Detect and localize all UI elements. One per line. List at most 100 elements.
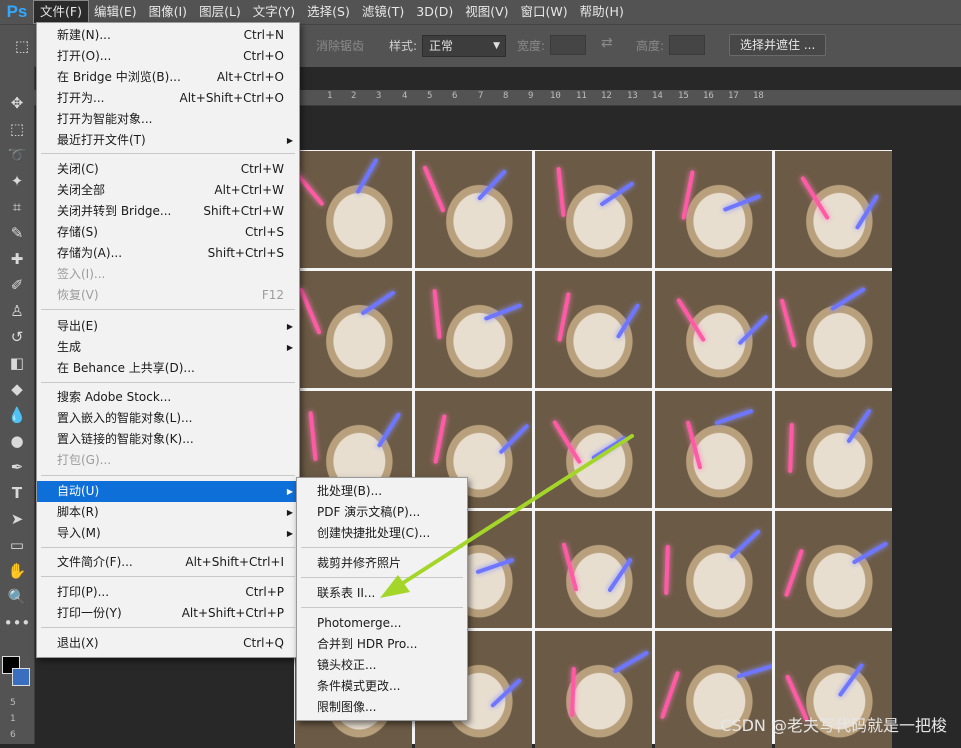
menu-type[interactable]: 文字(Y) bbox=[247, 1, 301, 23]
dodge-tool-icon[interactable]: ● bbox=[5, 430, 29, 452]
marquee-preset-icon[interactable]: ⬚ bbox=[10, 35, 34, 57]
menu-separator bbox=[301, 547, 463, 548]
lightsaber-blue bbox=[483, 302, 523, 322]
contact-sheet-thumbnail bbox=[655, 391, 772, 508]
lightsaber-blue bbox=[498, 423, 530, 455]
contact-sheet-thumbnail bbox=[535, 391, 652, 508]
contact-sheet-thumbnail bbox=[535, 151, 652, 268]
menu-view[interactable]: 视图(V) bbox=[459, 1, 514, 23]
paint-bucket-tool-icon[interactable]: ◆ bbox=[5, 378, 29, 400]
watermark: CSDN @老夫写代码就是一把梭 bbox=[720, 716, 947, 735]
lightsaber-pink bbox=[433, 414, 447, 464]
submenu-item-merge-hdr[interactable]: 合并到 HDR Pro... bbox=[297, 634, 467, 655]
lightsaber-blue bbox=[599, 181, 635, 207]
swap-icon[interactable]: ⇄ bbox=[601, 35, 613, 51]
type-tool-icon[interactable]: T bbox=[5, 482, 29, 504]
submenu-item-conditional-mode[interactable]: 条件模式更改... bbox=[297, 676, 467, 697]
menu-item-browse-bridge[interactable]: 在 Bridge 中浏览(B)... Alt+Ctrl+O bbox=[37, 67, 299, 88]
submenu-item-batch[interactable]: 批处理(B)... bbox=[297, 481, 467, 502]
eyedropper-tool-icon[interactable]: ✎ bbox=[5, 222, 29, 244]
menu-item-close[interactable]: 关闭(C) Ctrl+W bbox=[37, 159, 299, 180]
clone-stamp-tool-icon[interactable]: ♙ bbox=[5, 300, 29, 322]
menu-3d[interactable]: 3D(D) bbox=[410, 1, 459, 23]
marquee-tool-icon[interactable]: ⬚ bbox=[5, 118, 29, 140]
submenu-item-pdf-presentation[interactable]: PDF 演示文稿(P)... bbox=[297, 502, 467, 523]
rectangle-tool-icon[interactable]: ▭ bbox=[5, 534, 29, 556]
more-tools-icon[interactable]: ••• bbox=[4, 612, 31, 634]
menu-item-search-stock[interactable]: 搜索 Adobe Stock... bbox=[37, 387, 299, 408]
move-tool-icon[interactable]: ✥ bbox=[5, 92, 29, 114]
menu-item-exit[interactable]: 退出(X) Ctrl+Q bbox=[37, 633, 299, 654]
menu-item-file-info[interactable]: 文件简介(F)... Alt+Shift+Ctrl+I bbox=[37, 552, 299, 573]
menu-item-open-smart-object[interactable]: 打开为智能对象... bbox=[37, 109, 299, 130]
menu-item-print-one[interactable]: 打印一份(Y) Alt+Shift+Ctrl+P bbox=[37, 603, 299, 624]
lasso-tool-icon[interactable]: ➰ bbox=[5, 144, 29, 166]
brush-tool-icon[interactable]: ✐ bbox=[5, 274, 29, 296]
lightsaber-pink bbox=[685, 420, 703, 470]
menu-item-recent-files[interactable]: 最近打开文件(T) ▶ bbox=[37, 130, 299, 151]
menu-item-close-all[interactable]: 关闭全部 Alt+Ctrl+W bbox=[37, 180, 299, 201]
menu-item-export[interactable]: 导出(E) ▶ bbox=[37, 316, 299, 337]
menu-item-open-as[interactable]: 打开为... Alt+Shift+Ctrl+O bbox=[37, 88, 299, 109]
ruler-tick: 7 bbox=[478, 91, 484, 101]
menu-item-automate[interactable]: 自动(U) ▶ bbox=[37, 481, 299, 502]
lightsaber-pink bbox=[557, 292, 571, 342]
menu-item-place-embedded[interactable]: 置入嵌入的智能对象(L)... bbox=[37, 408, 299, 429]
eraser-tool-icon[interactable]: ◧ bbox=[5, 352, 29, 374]
select-and-mask-button[interactable]: 选择并遮住 ... bbox=[729, 34, 827, 56]
menu-select[interactable]: 选择(S) bbox=[301, 1, 356, 23]
magic-wand-tool-icon[interactable]: ✦ bbox=[5, 170, 29, 192]
style-select[interactable]: 正常 ▼ bbox=[422, 35, 506, 57]
contact-sheet-thumbnail bbox=[535, 631, 652, 748]
menu-separator bbox=[301, 577, 463, 578]
contact-sheet-thumbnail bbox=[295, 271, 412, 388]
pen-tool-icon[interactable]: ✒ bbox=[5, 456, 29, 478]
menu-item-print[interactable]: 打印(P)... Ctrl+P bbox=[37, 582, 299, 603]
menu-item-save-as[interactable]: 存储为(A)... Shift+Ctrl+S bbox=[37, 243, 299, 264]
submenu-arrow-icon: ▶ bbox=[286, 322, 293, 331]
menu-layer[interactable]: 图层(L) bbox=[193, 1, 247, 23]
submenu-item-lens-correction[interactable]: 镜头校正... bbox=[297, 655, 467, 676]
ruler-tick: 8 bbox=[503, 91, 509, 101]
blur-tool-icon[interactable]: 💧 bbox=[5, 404, 29, 426]
menu-item-new[interactable]: 新建(N)... Ctrl+N bbox=[37, 25, 299, 46]
submenu-item-contact-sheet[interactable]: 联系表 II... bbox=[297, 583, 467, 604]
crop-tool-icon[interactable]: ⌗ bbox=[5, 196, 29, 218]
menu-item-scripts[interactable]: 脚本(R) ▶ bbox=[37, 502, 299, 523]
ruler-tick: 16 bbox=[703, 91, 714, 101]
tools-panel: ✥ ⬚ ➰ ✦ ⌗ ✎ ✚ ✐ ♙ ↺ ◧ ◆ 💧 ● ✒ T ➤ ▭ ✋ 🔍 … bbox=[0, 66, 35, 744]
submenu-item-crop-straighten[interactable]: 裁剪并修齐照片 bbox=[297, 553, 467, 574]
hand-tool-icon[interactable]: ✋ bbox=[5, 560, 29, 582]
menu-edit[interactable]: 编辑(E) bbox=[88, 1, 143, 23]
lightsaber-pink bbox=[432, 288, 442, 340]
menu-item-share-behance[interactable]: 在 Behance 上共享(D)... bbox=[37, 358, 299, 379]
submenu-item-fit-image[interactable]: 限制图像... bbox=[297, 697, 467, 718]
menu-window[interactable]: 窗口(W) bbox=[515, 1, 574, 23]
menu-help[interactable]: 帮助(H) bbox=[574, 1, 630, 23]
menu-item-open[interactable]: 打开(O)... Ctrl+O bbox=[37, 46, 299, 67]
menu-item-close-go-bridge[interactable]: 关闭并转到 Bridge... Shift+Ctrl+W bbox=[37, 201, 299, 222]
menu-image[interactable]: 图像(I) bbox=[143, 1, 193, 23]
menu-item-save[interactable]: 存储(S) Ctrl+S bbox=[37, 222, 299, 243]
submenu-item-create-droplet[interactable]: 创建快捷批处理(C)... bbox=[297, 523, 467, 544]
menu-file[interactable]: 文件(F) bbox=[33, 0, 89, 24]
menu-item-generate[interactable]: 生成 ▶ bbox=[37, 337, 299, 358]
menu-item-import[interactable]: 导入(M) ▶ bbox=[37, 523, 299, 544]
lightsaber-blue bbox=[736, 663, 772, 679]
ruler-tick: 12 bbox=[601, 91, 612, 101]
menu-separator bbox=[41, 627, 295, 628]
lightsaber-blue bbox=[475, 557, 515, 575]
menu-filter[interactable]: 滤镜(T) bbox=[356, 1, 410, 23]
antialias-checkbox-label[interactable]: 消除锯齿 bbox=[316, 37, 364, 54]
height-input[interactable] bbox=[669, 35, 705, 55]
lightsaber-blue bbox=[607, 557, 633, 593]
background-color-swatch[interactable] bbox=[12, 668, 30, 686]
menu-item-place-linked[interactable]: 置入链接的智能对象(K)... bbox=[37, 429, 299, 450]
healing-brush-tool-icon[interactable]: ✚ bbox=[5, 248, 29, 270]
lightsaber-blue bbox=[846, 408, 872, 444]
width-input[interactable] bbox=[550, 35, 586, 55]
history-brush-tool-icon[interactable]: ↺ bbox=[5, 326, 29, 348]
zoom-tool-icon[interactable]: 🔍 bbox=[5, 586, 29, 608]
path-selection-tool-icon[interactable]: ➤ bbox=[5, 508, 29, 530]
submenu-item-photomerge[interactable]: Photomerge... bbox=[297, 613, 467, 634]
